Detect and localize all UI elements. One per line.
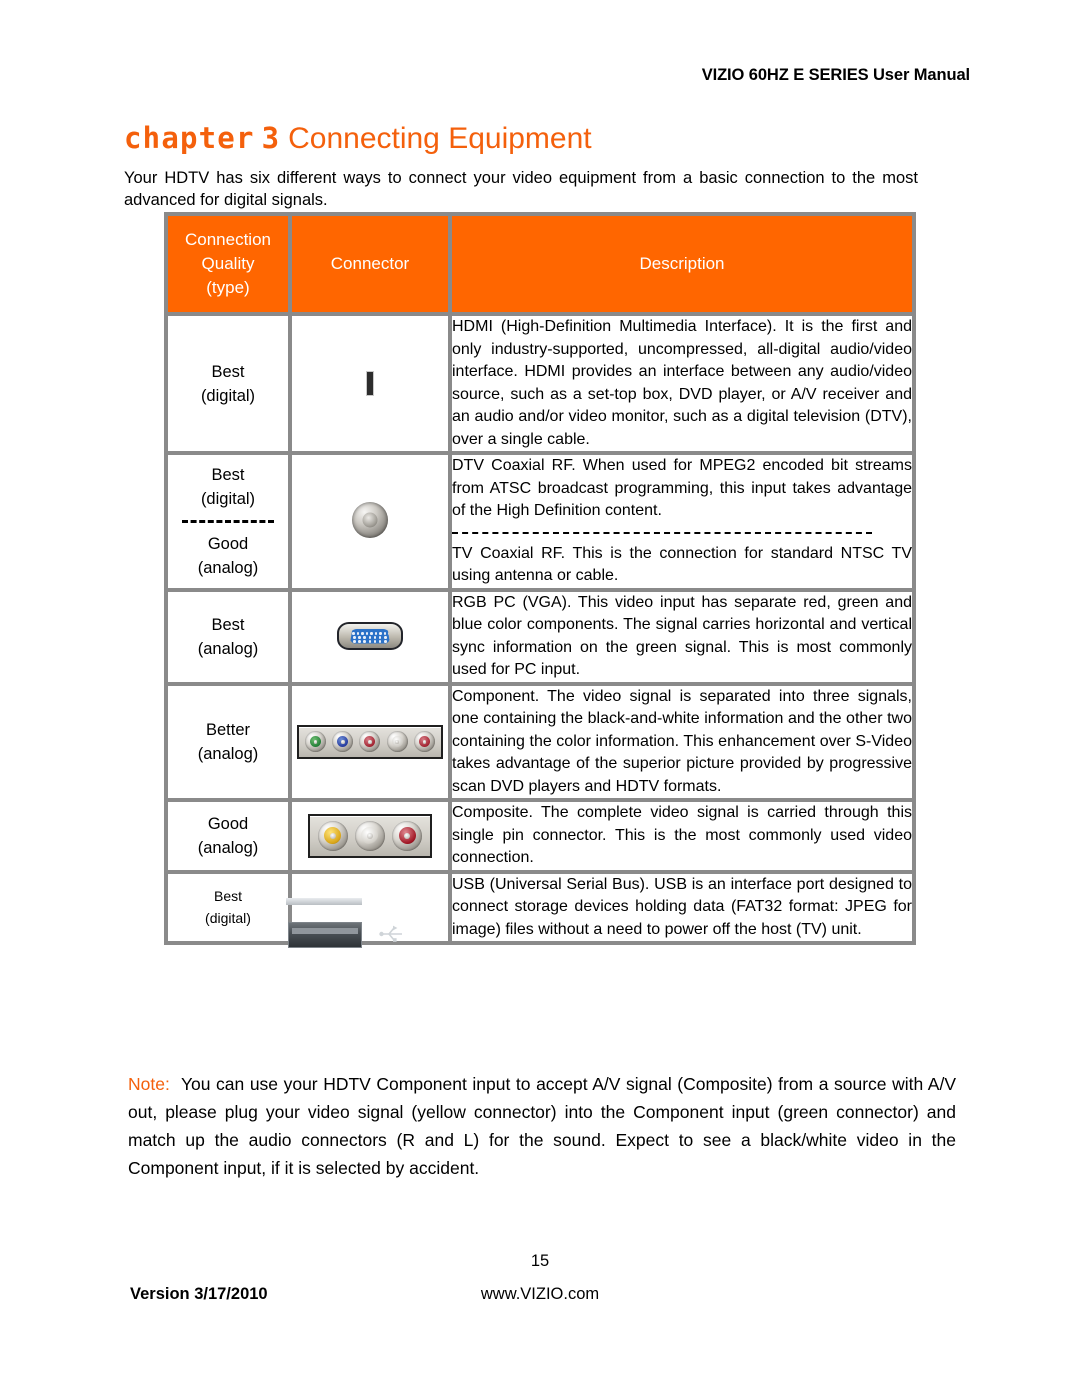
cell-connector <box>288 587 452 686</box>
hdmi-connector-icon <box>367 371 373 395</box>
table-row: Good (analog) Composite. The complete vi… <box>164 798 916 874</box>
cell-description: HDMI (High-Definition Multimedia Interfa… <box>448 312 916 455</box>
cell-connector <box>288 312 452 455</box>
quality-type: (analog) <box>197 639 259 658</box>
cell-quality: Best (digital) Good (analog) <box>164 451 292 592</box>
column-header-quality-line-3: (type) <box>206 278 250 297</box>
cell-connector <box>288 798 452 874</box>
note-label: Note: <box>128 1074 170 1094</box>
quality-label: Better <box>205 720 251 739</box>
quality-label: Best <box>211 465 245 484</box>
column-header-quality-line-1: Connection <box>184 230 271 249</box>
quality-divider <box>182 519 274 523</box>
cell-connector <box>286 869 452 949</box>
description-text: DTV Coaxial RF. When used for MPEG2 enco… <box>452 457 912 519</box>
description-text: Composite. The complete video signal is … <box>452 804 912 866</box>
composite-rca-connector-icon <box>308 813 432 858</box>
coaxial-rf-connector-icon <box>352 502 388 539</box>
component-rca-connector-icon <box>297 724 443 759</box>
chapter-name: Connecting Equipment <box>288 122 592 155</box>
cell-quality: Better (analog) <box>164 681 292 802</box>
quality-label-secondary: Good <box>207 534 249 553</box>
chapter-number: 3 <box>261 121 280 155</box>
page-number: 15 <box>530 1252 550 1270</box>
cell-connector <box>288 451 452 592</box>
running-head: VIZIO 60HZ E SERIES User Manual <box>701 66 970 84</box>
manual-page: VIZIO 60HZ E SERIES User Manual Chapter 3… <box>0 0 1080 1397</box>
table-row: Best (digital) USB (Universal Serial Bus… <box>164 869 916 949</box>
table-row: Best (digital) Good (analog) DTV Coaxial… <box>164 451 916 592</box>
description-text-secondary: TV Coaxial RF. This is the connection fo… <box>452 544 912 585</box>
column-header-connector: Connector <box>289 212 452 316</box>
quality-label: Best <box>213 888 242 905</box>
cell-description: USB (Universal Serial Bus). USB is an in… <box>448 869 916 945</box>
quality-type: (analog) <box>197 838 259 857</box>
note-text: You can use your HDTV Component input to… <box>128 1074 956 1178</box>
quality-label: Best <box>211 362 245 381</box>
quality-type: (digital) <box>200 386 256 405</box>
connection-table: Connection Quality (type) Connector Desc… <box>164 212 916 949</box>
column-header-quality-line-2: Quality <box>201 254 255 273</box>
cell-description: RGB PC (VGA). This video input has separ… <box>448 587 916 686</box>
quality-type: (analog) <box>197 744 259 763</box>
footer-website: www.VIZIO.com <box>480 1285 600 1303</box>
intro-paragraph: Your HDTV has six different ways to conn… <box>124 169 918 209</box>
table-header-row: Connection Quality (type) Connector Desc… <box>164 212 916 316</box>
description-divider <box>452 531 872 534</box>
page-title: Chapter 3 Connecting Equipment <box>124 121 592 156</box>
quality-label: Best <box>211 615 245 634</box>
cell-quality: Best (digital) <box>164 312 292 455</box>
description-text: HDMI (High-Definition Multimedia Interfa… <box>452 318 912 448</box>
note-paragraph: Note: You can use your HDTV Component in… <box>128 1070 956 1182</box>
cell-description: Component. The video signal is separated… <box>448 681 916 802</box>
cell-quality: Good (analog) <box>164 798 292 874</box>
column-header-quality: Connection Quality (type) <box>164 212 292 316</box>
quality-type: (digital) <box>205 910 251 927</box>
cell-connector <box>288 681 452 802</box>
cell-description: DTV Coaxial RF. When used for MPEG2 enco… <box>448 451 916 592</box>
table-row: Better (analog) Component. The video sig… <box>164 681 916 802</box>
table-row: Best (analog) RGB PC (VGA). This video i… <box>164 587 916 686</box>
quality-type: (digital) <box>200 489 256 508</box>
column-header-description: Description <box>449 212 916 316</box>
description-text: RGB PC (VGA). This video input has separ… <box>452 593 912 679</box>
chapter-word: Chapter <box>124 121 255 155</box>
cell-description: Composite. The complete video signal is … <box>448 798 916 874</box>
quality-label: Good <box>207 814 249 833</box>
description-text: USB (Universal Serial Bus). USB is an in… <box>452 875 912 938</box>
cell-quality: Best (digital) <box>164 869 292 945</box>
description-text: Component. The video signal is separated… <box>452 687 912 795</box>
table-row: Best (digital) HDMI (High-Definition Mul… <box>164 312 916 455</box>
quality-type-secondary: (analog) <box>197 558 259 577</box>
vga-connector-icon <box>337 622 403 650</box>
cell-quality: Best (analog) <box>164 587 292 686</box>
